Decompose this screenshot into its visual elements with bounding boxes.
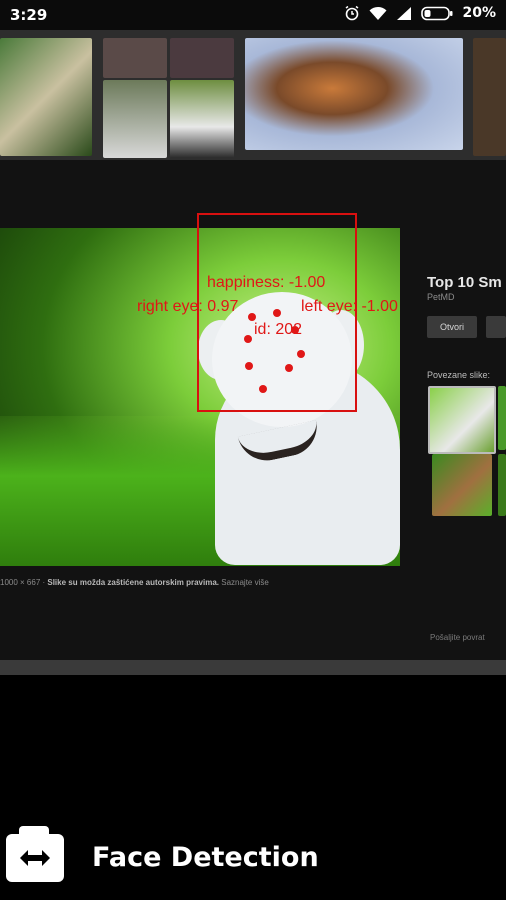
- caption-link: Saznajte više: [221, 578, 269, 587]
- wifi-icon: [369, 6, 387, 20]
- related-thumbnail: [498, 454, 506, 516]
- related-thumbnail: [498, 386, 506, 450]
- thumbnail-image: [245, 38, 463, 150]
- battery-percent: 20%: [462, 5, 496, 21]
- happiness-label: happiness: -1.00: [207, 274, 326, 291]
- thumbnail-image: [473, 38, 506, 156]
- face-landmark-point: [291, 326, 299, 334]
- face-landmark-point: [259, 385, 267, 393]
- left-eye-label: left eye: -1.00: [301, 298, 398, 315]
- image-caption: 1000 × 667 · Slike su možda zaštićene au…: [0, 578, 269, 587]
- feedback-link: Pošaljite povrat: [430, 633, 485, 642]
- thumbnail-image: [103, 80, 167, 158]
- face-landmark-point: [273, 309, 281, 317]
- thumbnail-image: [103, 38, 167, 78]
- thumbnail-image: [170, 80, 234, 158]
- camera-switch-icon: [20, 850, 50, 866]
- alarm-icon: [346, 5, 359, 21]
- related-images-label: Povezane slike:: [427, 370, 491, 380]
- face-landmark-point: [248, 313, 256, 321]
- status-bar: 3:29 20%: [0, 0, 506, 30]
- side-panel-title: Top 10 Sm: [427, 274, 502, 291]
- thumbnail-image: [170, 38, 234, 78]
- side-panel-source: PetMD: [427, 292, 455, 302]
- battery-icon: [421, 6, 453, 20]
- caption-text: Slike su možda zaštićene autorskim pravi…: [47, 578, 219, 587]
- thumbnail-strip: [0, 30, 506, 160]
- open-button-label: Otvori: [439, 322, 464, 332]
- face-landmark-point: [245, 362, 253, 370]
- right-eye-label: right eye: 0.97: [137, 298, 239, 315]
- save-button: [486, 316, 506, 338]
- related-thumbnail: [432, 454, 492, 516]
- face-landmark-point: [285, 364, 293, 372]
- status-icons: 20%: [344, 5, 496, 21]
- status-time: 3:29: [10, 6, 48, 24]
- camera-switch-button[interactable]: [6, 834, 64, 882]
- signal-icon: [397, 6, 412, 20]
- face-landmark-point: [297, 350, 305, 358]
- open-button: Otvori: [427, 316, 477, 338]
- caption-size: 1000 × 667: [0, 578, 41, 587]
- face-landmark-point: [244, 335, 252, 343]
- page-bottom-strip: [0, 660, 506, 675]
- app-title: Face Detection: [92, 842, 319, 873]
- related-thumbnail: [428, 386, 496, 454]
- thumbnail-image: [0, 38, 92, 156]
